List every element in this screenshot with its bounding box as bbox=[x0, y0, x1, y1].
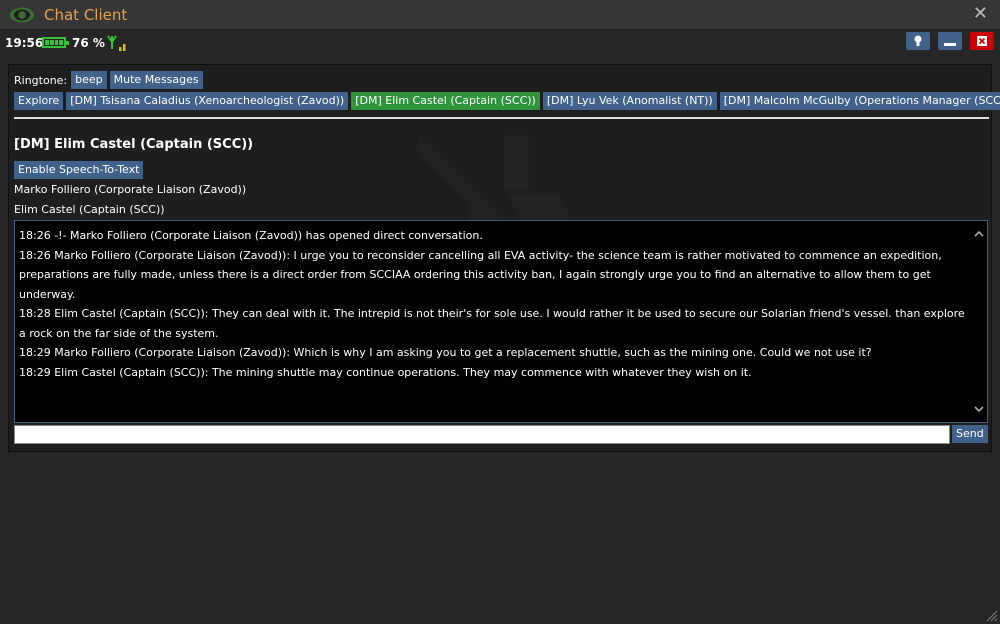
battery-icon bbox=[42, 37, 69, 48]
clock-time: 19:56 bbox=[5, 36, 44, 50]
window-titlebar[interactable]: Chat Client ✕ bbox=[0, 0, 1000, 29]
scroll-up-icon[interactable] bbox=[974, 229, 984, 239]
mute-messages-button[interactable]: Mute Messages bbox=[109, 71, 203, 89]
battery-charge: 76 % bbox=[72, 36, 105, 50]
message-input[interactable] bbox=[14, 425, 950, 444]
ringtone-label: Ringtone: bbox=[14, 73, 68, 87]
light-icon bbox=[914, 35, 922, 46]
message: 18:29 Elim Castel (Captain (SCC)): The m… bbox=[19, 365, 752, 379]
message: 18:26 -!- Marko Folliero (Corporate Liai… bbox=[19, 229, 483, 242]
conversation-title: [DM] Elim Castel (Captain (SCC)) bbox=[14, 137, 254, 152]
divider bbox=[14, 117, 989, 119]
signal-icon bbox=[107, 35, 126, 51]
message: 18:29 Marko Folliero (Corporate Liaison … bbox=[19, 346, 872, 359]
message-log[interactable]: 18:26 -!- Marko Folliero (Corporate Liai… bbox=[14, 220, 988, 423]
chat-panel: Ringtone: beep Mute Messages Explore [DM… bbox=[8, 64, 1000, 452]
tab-dm-lyu-vek[interactable]: [DM] Lyu Vek (Anomalist (NT)) bbox=[542, 92, 717, 110]
eye-icon bbox=[10, 7, 34, 23]
window-title: Chat Client bbox=[44, 6, 128, 24]
status-bar: 19:56 76 % bbox=[0, 29, 1000, 59]
message: 18:26 Marko Folliero (Corporate Liaison … bbox=[19, 248, 942, 301]
close-button[interactable] bbox=[970, 32, 994, 50]
message: 18:28 Elim Castel (Captain (SCC)): They … bbox=[19, 307, 965, 340]
speech-to-text-button[interactable]: Enable Speech-To-Text bbox=[14, 161, 144, 179]
tab-dm-tsisana-caladius[interactable]: [DM] Tsisana Caladius (Xenoarcheologist … bbox=[66, 92, 349, 110]
participant: Marko Folliero (Corporate Liaison (Zavod… bbox=[14, 183, 247, 196]
tab-explore[interactable]: Explore bbox=[14, 92, 64, 110]
ringtone-button[interactable]: beep bbox=[71, 71, 107, 89]
close-icon bbox=[977, 36, 987, 46]
tab-dm-elim-castel[interactable]: [DM] Elim Castel (Captain (SCC)) bbox=[351, 92, 540, 110]
ringtone-row: Ringtone: beep Mute Messages bbox=[14, 71, 206, 89]
minimize-button[interactable] bbox=[938, 32, 962, 50]
window-close-icon[interactable]: ✕ bbox=[973, 3, 988, 25]
tab-dm-malcolm-mcgulby[interactable]: [DM] Malcolm McGulby (Operations Manager… bbox=[719, 92, 1000, 110]
light-button[interactable] bbox=[906, 32, 930, 50]
message-list: 18:26 -!- Marko Folliero (Corporate Liai… bbox=[19, 226, 969, 382]
participant: Elim Castel (Captain (SCC)) bbox=[14, 203, 165, 216]
scroll-down-icon[interactable] bbox=[974, 404, 984, 414]
scrollbar[interactable] bbox=[971, 221, 987, 422]
minimize-icon bbox=[944, 43, 956, 46]
resize-handle-icon[interactable] bbox=[984, 608, 998, 622]
channel-tabs: Explore [DM] Tsisana Caladius (Xenoarche… bbox=[14, 92, 1000, 110]
send-button[interactable]: Send bbox=[952, 425, 988, 443]
